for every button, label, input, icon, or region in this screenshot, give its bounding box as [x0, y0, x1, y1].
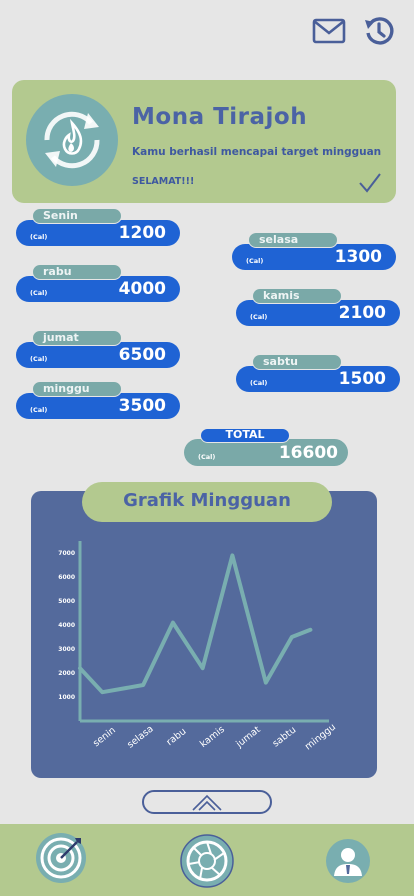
- achievement-message: Kamu berhasil mencapai target mingguan: [132, 146, 382, 158]
- user-icon[interactable]: [325, 838, 371, 884]
- series-line: [78, 553, 313, 695]
- y-tick-label: 7000: [58, 550, 75, 557]
- day-value: 6500: [118, 345, 166, 365]
- day-card-selasa[interactable]: selasa (Cal) 1300: [232, 232, 398, 270]
- check-icon: [358, 172, 382, 194]
- x-tick-label: kamis: [198, 724, 227, 750]
- x-tick-label: jumat: [233, 724, 262, 750]
- y-tick-label: 2000: [58, 670, 75, 677]
- day-unit: (Cal): [246, 257, 264, 265]
- x-tick-label: senin: [91, 725, 118, 749]
- y-tick-label: 4000: [58, 622, 75, 629]
- camera-aperture-icon[interactable]: [180, 834, 234, 888]
- x-tick-label: rabu: [164, 726, 188, 748]
- y-tick-label: 5000: [58, 598, 75, 605]
- chevron-up-icon: [192, 794, 222, 811]
- mail-icon[interactable]: [312, 14, 346, 48]
- profile-card: Mona Tirajoh Kamu berhasil mencapai targ…: [12, 80, 396, 203]
- y-tick-label: 1000: [58, 694, 75, 701]
- day-unit: (Cal): [30, 355, 48, 363]
- y-tick-label: 6000: [58, 574, 75, 581]
- day-card-jumat[interactable]: jumat (Cal) 6500: [16, 330, 182, 368]
- day-value: 1500: [338, 369, 386, 389]
- day-value: 1200: [118, 223, 166, 243]
- history-icon[interactable]: [362, 14, 396, 48]
- target-icon[interactable]: [35, 832, 87, 884]
- weekly-line-chart: 1000 2000 3000 4000 5000 6000 7000 senin selasa r…: [58, 541, 338, 753]
- day-card-rabu[interactable]: rabu (Cal) 4000: [16, 264, 182, 302]
- x-tick-label: selasa: [125, 723, 155, 750]
- x-tick-label: minggu: [303, 722, 338, 753]
- day-card-senin[interactable]: Senin (Cal) 1200: [16, 208, 182, 246]
- chart-title: Grafik Mingguan: [82, 482, 332, 522]
- total-card: TOTAL (Cal) 16600: [184, 428, 350, 466]
- total-value: 16600: [278, 443, 338, 463]
- day-card-sabtu[interactable]: sabtu (Cal) 1500: [236, 354, 402, 392]
- total-unit: (Cal): [198, 453, 216, 461]
- day-label: Senin: [32, 208, 122, 224]
- flame-recycle-icon: [26, 94, 118, 186]
- congrats-text: SELAMAT!!!: [132, 176, 195, 187]
- day-label: kamis: [252, 288, 342, 304]
- day-unit: (Cal): [30, 406, 48, 414]
- total-label: TOTAL: [200, 428, 290, 443]
- day-unit: (Cal): [30, 289, 48, 297]
- day-label: minggu: [32, 381, 122, 397]
- scroll-up-button[interactable]: [142, 790, 272, 814]
- day-unit: (Cal): [250, 313, 268, 321]
- bottom-nav: [0, 824, 414, 896]
- day-value: 2100: [338, 303, 386, 323]
- day-label: jumat: [32, 330, 122, 346]
- day-value: 1300: [334, 247, 382, 267]
- day-card-kamis[interactable]: kamis (Cal) 2100: [236, 288, 402, 326]
- day-label: sabtu: [252, 354, 342, 370]
- x-tick-label: sabtu: [271, 725, 299, 750]
- day-label: rabu: [32, 264, 122, 280]
- day-unit: (Cal): [30, 233, 48, 241]
- y-tick-label: 3000: [58, 646, 75, 653]
- day-label: selasa: [248, 232, 338, 248]
- profile-name: Mona Tirajoh: [132, 104, 308, 130]
- day-value: 4000: [118, 279, 166, 299]
- day-unit: (Cal): [250, 379, 268, 387]
- day-card-minggu[interactable]: minggu (Cal) 3500: [16, 381, 182, 419]
- day-value: 3500: [118, 396, 166, 416]
